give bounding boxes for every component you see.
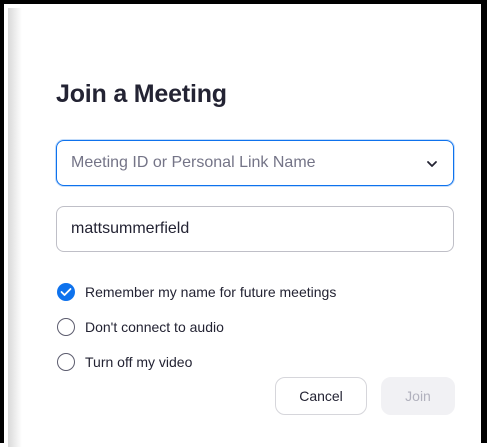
cancel-button[interactable]: Cancel bbox=[275, 377, 367, 415]
dialog-title: Join a Meeting bbox=[56, 80, 227, 108]
checkmark-icon bbox=[60, 288, 72, 296]
no-audio-option[interactable]: Don't connect to audio bbox=[57, 317, 224, 337]
video-off-option[interactable]: Turn off my video bbox=[57, 352, 192, 372]
meeting-id-select[interactable]: Meeting ID or Personal Link Name bbox=[56, 140, 454, 186]
no-audio-checkbox[interactable] bbox=[57, 318, 75, 336]
display-name-input[interactable] bbox=[56, 206, 454, 252]
no-audio-label: Don't connect to audio bbox=[85, 319, 224, 335]
remember-name-checkbox[interactable] bbox=[57, 283, 75, 301]
join-meeting-dialog: Join a Meeting Meeting ID or Personal Li… bbox=[0, 0, 487, 447]
video-off-checkbox[interactable] bbox=[57, 353, 75, 371]
join-button[interactable]: Join bbox=[381, 377, 455, 415]
remember-name-label: Remember my name for future meetings bbox=[85, 284, 337, 300]
chevron-down-icon[interactable] bbox=[425, 157, 439, 171]
meeting-id-placeholder: Meeting ID or Personal Link Name bbox=[71, 154, 316, 171]
remember-name-option[interactable]: Remember my name for future meetings bbox=[57, 282, 336, 302]
video-off-label: Turn off my video bbox=[85, 354, 193, 370]
window-edge-shadow bbox=[8, 8, 22, 447]
